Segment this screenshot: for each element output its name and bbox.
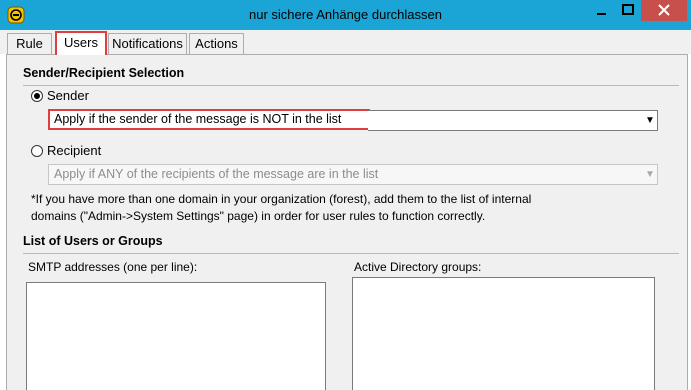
domain-note-line-2: domains ("Admin->System Settings" page) … (31, 209, 486, 223)
recipient-condition-dropdown[interactable]: Apply if ANY of the recipients of the me… (48, 164, 658, 185)
selection-section-title: Sender/Recipient Selection (23, 66, 185, 80)
smtp-addresses-label: SMTP addresses (one per line): (28, 260, 198, 274)
tab-notifications[interactable]: Notifications (108, 33, 187, 54)
sender-condition-value: Apply if the sender of the message is NO… (54, 112, 342, 126)
users-tab-panel: Sender/Recipient Selection Sender Apply … (6, 54, 688, 390)
domain-note: *If you have more than one domain in you… (31, 191, 671, 225)
ad-groups-list[interactable] (352, 277, 655, 390)
tab-rule[interactable]: Rule (7, 33, 52, 54)
sender-condition-dropdown-extension[interactable] (368, 110, 658, 131)
recipient-radio-label[interactable]: Recipient (47, 143, 101, 158)
title-bar: nur sichere Anhänge durchlassen (0, 0, 691, 30)
smtp-addresses-textarea[interactable] (26, 282, 326, 390)
chevron-down-icon: ▼ (645, 169, 655, 180)
recipient-radio[interactable] (31, 145, 43, 157)
window-close-icon (658, 4, 670, 16)
users-section-title: List of Users or Groups (23, 234, 163, 248)
ad-groups-label: Active Directory groups: (354, 260, 482, 274)
sender-radio[interactable] (31, 90, 43, 102)
recipient-condition-value: Apply if ANY of the recipients of the me… (54, 167, 379, 181)
minimize-button[interactable] (588, 0, 614, 21)
tab-users[interactable]: Users (55, 31, 107, 55)
sender-radio-label[interactable]: Sender (47, 88, 89, 103)
maximize-button[interactable] (614, 0, 641, 21)
window-minimize-icon (597, 13, 606, 15)
window-maximize-icon (622, 4, 634, 15)
selection-divider (23, 85, 679, 86)
domain-note-line-1: *If you have more than one domain in you… (31, 192, 532, 206)
close-button[interactable] (641, 0, 687, 21)
sender-condition-dropdown[interactable]: Apply if the sender of the message is NO… (48, 109, 370, 130)
tab-actions[interactable]: Actions (189, 33, 244, 54)
chevron-down-icon[interactable]: ▼ (645, 116, 655, 126)
users-divider (23, 253, 679, 254)
